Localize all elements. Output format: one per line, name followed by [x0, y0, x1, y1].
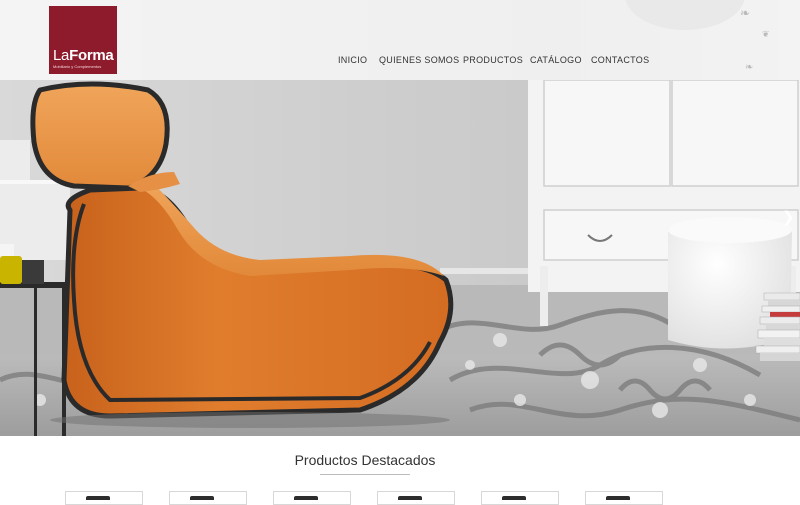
nav-item-inicio[interactable]: INICIO	[338, 54, 367, 66]
product-thumbnail[interactable]	[585, 491, 663, 505]
slider-next-button[interactable]: ❯	[782, 208, 795, 226]
leaf-decoration-icon: ❧	[745, 62, 754, 73]
logo-wordmark: LaForma	[53, 47, 114, 64]
nav-item-catalogo[interactable]: CATÁLOGO	[530, 54, 582, 66]
site-header: ❧ ❦ ❧ LaForma Mobiliario y Complementos …	[0, 0, 800, 81]
product-image	[190, 496, 214, 500]
chevron-right-icon: ❯	[782, 208, 795, 226]
product-image	[86, 496, 110, 500]
nav-item-productos[interactable]: PRODUCTOS	[463, 54, 523, 66]
section-title-featured: Productos Destacados	[294, 452, 436, 468]
product-thumbnail[interactable]	[481, 491, 559, 505]
title-divider	[320, 474, 410, 475]
product-image	[398, 496, 422, 500]
nav-item-quienes-somos[interactable]: QUIENES SOMOS	[379, 54, 459, 66]
product-image	[502, 496, 526, 500]
product-image	[294, 496, 318, 500]
logo[interactable]: LaForma Mobiliario y Complementos	[49, 6, 117, 74]
hero-image	[0, 80, 800, 436]
product-thumbnail[interactable]	[377, 491, 455, 505]
product-image	[606, 496, 630, 500]
leaf-decoration-icon: ❦	[762, 30, 770, 40]
leaf-decoration-icon: ❧	[740, 6, 751, 20]
product-thumbnail[interactable]	[273, 491, 351, 505]
hero-slider: ❯	[0, 80, 800, 436]
product-thumbnail[interactable]	[169, 491, 247, 505]
product-thumbnail[interactable]	[65, 491, 143, 505]
header-decoration	[625, 0, 745, 30]
nav-item-contactos[interactable]: CONTACTOS	[591, 54, 649, 66]
logo-tagline: Mobiliario y Complementos	[53, 64, 102, 69]
